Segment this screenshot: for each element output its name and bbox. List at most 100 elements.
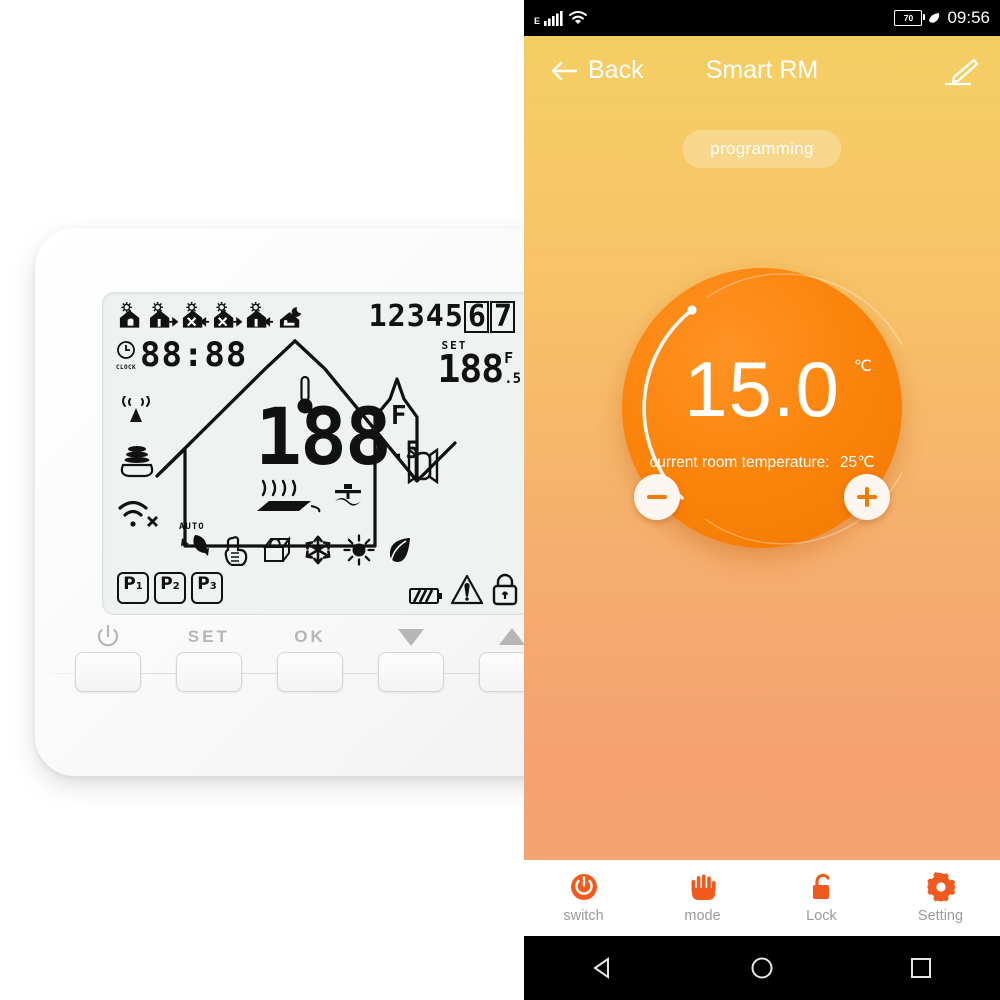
clock-icon-group: CLOCK [115, 340, 137, 371]
dial-set-temperature: 15.0 [684, 345, 840, 433]
wifi-disconnected-icon [117, 500, 163, 535]
minus-icon [647, 495, 667, 499]
auto-cycle-icon [181, 535, 209, 559]
set-temperature-decimal: .5 [504, 371, 521, 387]
app-bar: Back Smart RM [524, 36, 1000, 118]
tab-switch[interactable]: switch [524, 872, 643, 924]
increase-temperature-button[interactable] [844, 474, 890, 520]
battery-icon: 70 [894, 10, 926, 26]
ok-button-label: OK [294, 627, 326, 646]
app-tab-bar: switch mode Lock Setting [524, 860, 1000, 936]
down-button[interactable] [378, 652, 445, 692]
sync-icon [929, 13, 940, 23]
power-icon [570, 874, 597, 900]
arrow-up-icon [499, 628, 526, 645]
programming-button[interactable]: programming [682, 130, 842, 168]
snowflake-icon [305, 535, 331, 564]
button-label-row: SET OK [57, 622, 563, 652]
edit-pencil-icon [944, 58, 979, 86]
tab-mode-label: mode [684, 908, 721, 924]
day-number-6: 6 [463, 301, 489, 333]
clock-label: CLOCK [115, 363, 137, 371]
down-button-label [361, 622, 462, 652]
day-number-1: 1 [368, 299, 387, 334]
cloud-server-icon [117, 445, 163, 484]
scene-icon-leave-home [149, 301, 178, 328]
tab-lock[interactable]: Lock [762, 872, 881, 924]
tab-setting[interactable]: Setting [881, 872, 1000, 924]
cellular-signal-icon [544, 11, 563, 26]
set-temperature-value: 188 [437, 347, 505, 391]
product-photo-panel: 1 2 3 4 5 6 7 CLOCK 88:88 188 F .5 SET 1… [0, 0, 585, 1000]
power-icon [97, 624, 118, 647]
warning-triangle-icon [450, 574, 484, 605]
rf-antenna-icon [117, 395, 163, 429]
day-number-4: 4 [425, 299, 444, 334]
clock-icon [117, 340, 135, 359]
tab-lock-label: Lock [806, 908, 837, 924]
gear-icon [926, 872, 955, 902]
fan-icon [335, 484, 361, 506]
hand-icon [691, 874, 716, 900]
scene-icon-sleep-home [279, 307, 302, 328]
scene-icon-leave-home-2 [213, 301, 242, 328]
program-badge-p2: P2 [154, 572, 186, 604]
scene-icon-return-home [182, 301, 210, 328]
day-number-3: 3 [406, 299, 425, 334]
status-time: 09:56 [947, 8, 990, 27]
plus-icon-vertical [865, 487, 869, 507]
program-badge-p3: P3 [191, 572, 223, 604]
phone-app-panel: E 70 09:56 Back Smart RM programming ℃ 1… [524, 0, 1000, 1000]
scene-icon-row [117, 301, 306, 331]
tab-switch-label: switch [563, 908, 604, 924]
main-temperature-unit: F [390, 401, 407, 431]
edit-button[interactable] [944, 58, 979, 93]
nav-back-button[interactable] [575, 936, 631, 1000]
lcd-status-icon-row [409, 572, 519, 606]
nav-home-button[interactable] [734, 936, 790, 1000]
sun-icon [343, 533, 375, 566]
scene-icon-return-home-2 [246, 301, 274, 328]
auto-label: AUTO [179, 522, 205, 532]
set-temperature-display: SET 188 F .5 [437, 339, 522, 391]
unlock-icon [812, 873, 830, 899]
nav-recents-button[interactable] [893, 936, 949, 1000]
nav-recents-square-icon [910, 958, 931, 978]
battery-level: 70 [903, 13, 914, 23]
physical-button-row [57, 652, 563, 692]
phone-status-bar: E 70 09:56 [524, 0, 1000, 36]
program-badge-row: P1 P2 P3 [117, 572, 223, 604]
thermostat-device: 1 2 3 4 5 6 7 CLOCK 88:88 188 F .5 SET 1… [35, 228, 585, 776]
tab-mode[interactable]: mode [643, 872, 762, 924]
holiday-bag-icon [263, 535, 291, 562]
android-nav-bar [524, 936, 1000, 1000]
nav-back-triangle-icon [593, 957, 610, 979]
clock-display: CLOCK 88:88 [115, 338, 247, 372]
set-temperature-unit: F [504, 349, 514, 367]
main-temperature-decimal: .5 [390, 436, 420, 464]
power-button-label [57, 622, 158, 652]
lcd-left-icon-stack [117, 395, 163, 551]
day-number-7: 7 [489, 301, 515, 333]
arrow-down-icon [398, 629, 425, 646]
mode-icon-row: AUTO [179, 522, 416, 568]
current-room-temperature-label: current room temperature: [649, 454, 830, 471]
main-temperature-display: 188 F .5 [255, 399, 420, 477]
day-number-5: 5 [444, 299, 463, 334]
temperature-dial[interactable]: ℃ 15.0 current room temperature: 25℃ [622, 268, 902, 548]
decrease-temperature-button[interactable] [634, 474, 680, 520]
current-room-temperature: current room temperature: 25℃ [622, 453, 902, 472]
nav-home-circle-icon [751, 957, 773, 979]
eco-leaf-icon [389, 537, 410, 562]
weekday-indicator-row: 1 2 3 4 5 6 7 [368, 301, 515, 333]
battery-icon [409, 588, 442, 604]
set-button[interactable] [175, 652, 242, 692]
current-room-temperature-value: 25℃ [839, 454, 875, 471]
scene-icon-wake-home [119, 301, 140, 328]
ok-button[interactable] [277, 652, 343, 692]
app-title: Smart RM [705, 56, 819, 84]
day-number-2: 2 [387, 299, 406, 334]
manual-hand-icon [224, 535, 248, 566]
wifi-icon [569, 11, 587, 24]
power-button[interactable] [74, 652, 141, 692]
